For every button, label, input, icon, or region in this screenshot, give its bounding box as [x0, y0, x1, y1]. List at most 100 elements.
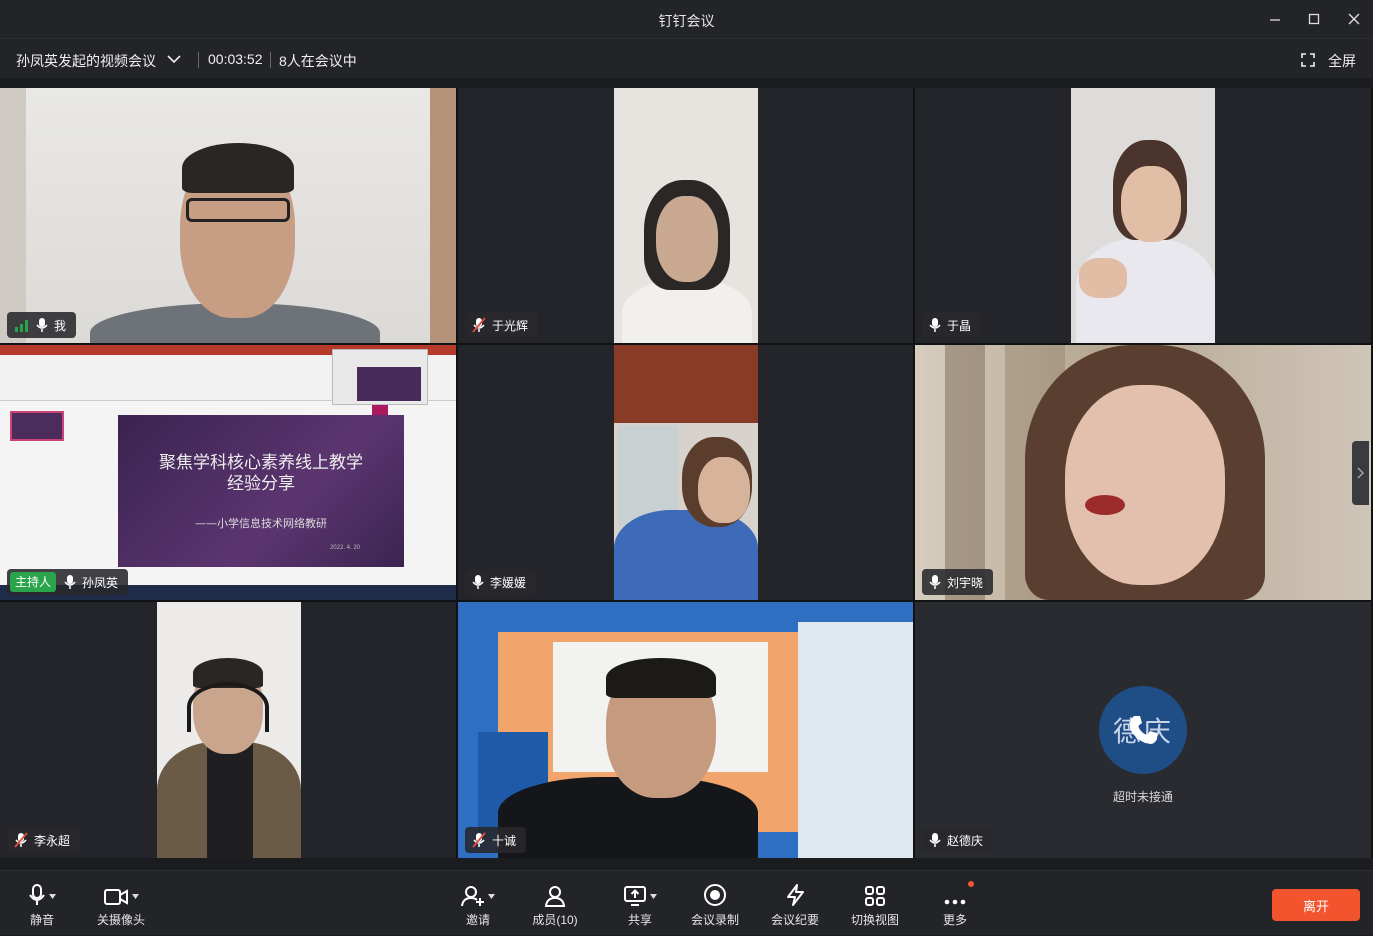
meeting-timer: 00:03:52 — [208, 51, 263, 67]
notification-dot — [968, 881, 974, 887]
participant-name: 孙凤英 — [82, 575, 119, 590]
maximize-icon[interactable] — [1303, 9, 1325, 29]
participant-tile[interactable]: 十诚 — [458, 602, 913, 858]
microphone-icon — [64, 575, 76, 589]
participant-name: 李永超 — [34, 833, 71, 848]
phone-icon — [1129, 716, 1157, 744]
microphone-muted-icon — [14, 832, 28, 848]
share-button[interactable]: 共享 — [618, 871, 662, 936]
invite-button[interactable]: 邀请 — [458, 871, 498, 936]
divider — [198, 52, 199, 68]
grid-view-icon — [865, 886, 885, 906]
video-feed — [614, 345, 758, 600]
record-button[interactable]: 会议录制 — [688, 871, 742, 936]
name-tag: 李永超 — [7, 827, 81, 853]
name-tag: 于晶 — [922, 312, 982, 338]
camera-off-label: 关摄像头 — [96, 913, 145, 927]
avatar: 德庆 — [1099, 686, 1187, 774]
participant-tile[interactable]: 聚焦学科核心素养线上教学 经验分享 ——小学信息技术网络教研 2022. 4. … — [0, 345, 456, 600]
lightning-icon — [787, 884, 804, 906]
video-feed — [1071, 88, 1215, 343]
video-feed — [157, 602, 301, 858]
participant-name: 于光辉 — [492, 318, 529, 333]
microphone-icon — [29, 884, 45, 905]
switch-view-label: 切换视图 — [850, 913, 899, 927]
microphone-icon — [929, 318, 941, 332]
fullscreen-button[interactable]: 全屏 — [1328, 51, 1356, 71]
chevron-right-icon — [1357, 467, 1364, 479]
signal-strength-icon — [15, 320, 28, 332]
fullscreen-icon[interactable] — [1300, 52, 1316, 68]
meeting-toolbar: 静音 关摄像头 邀请 成员(10) 共享 会议录制 会议纪要 切换视图 更多 离… — [0, 870, 1373, 935]
slide-subtitle: ——小学信息技术网络教研 — [195, 517, 327, 530]
participant-tile[interactable]: 于晶 — [915, 88, 1371, 343]
name-tag: 主持人 孙凤英 — [7, 569, 129, 595]
screen-share-feed: 聚焦学科核心素养线上教学 经验分享 ——小学信息技术网络教研 2022. 4. … — [0, 345, 456, 600]
participant-name: 于晶 — [947, 318, 972, 333]
chevron-down-icon[interactable] — [166, 53, 182, 65]
more-label: 更多 — [942, 913, 967, 927]
meeting-info-bar: 孙凤英发起的视频会议 00:03:52 8人在会议中 全屏 — [0, 38, 1373, 78]
participant-name: 我 — [54, 318, 67, 333]
members-icon — [544, 886, 566, 907]
window-title: 钉钉会议 — [658, 13, 715, 29]
record-icon — [704, 884, 726, 906]
minimize-icon[interactable] — [1264, 9, 1286, 29]
name-tag: 十诚 — [465, 827, 527, 853]
microphone-icon — [472, 575, 484, 589]
video-grid: 我 于光辉 于晶 聚焦学科核心素养线上教学 经验分享 ——小学信息技术网络教研 … — [0, 88, 1373, 858]
participant-tile[interactable]: 刘宇晓 — [915, 345, 1371, 600]
video-feed — [614, 88, 758, 343]
camera-icon — [104, 889, 128, 905]
more-icon — [944, 899, 966, 905]
caret-down-icon[interactable] — [650, 894, 657, 899]
microphone-icon — [929, 575, 941, 589]
close-icon[interactable] — [1343, 9, 1365, 29]
side-panel-toggle[interactable] — [1352, 441, 1369, 505]
participant-count: 8人在会议中 — [279, 53, 357, 69]
participant-tile[interactable]: 于光辉 — [458, 88, 913, 343]
more-button[interactable]: 更多 — [938, 871, 974, 936]
microphone-icon — [36, 318, 48, 332]
share-label: 共享 — [627, 913, 652, 927]
caret-down-icon[interactable] — [49, 894, 56, 899]
name-tag: 李媛媛 — [465, 569, 537, 595]
microphone-icon — [929, 833, 941, 847]
name-tag: 赵德庆 — [922, 827, 994, 853]
slide-date: 2022. 4. 20 — [329, 545, 360, 551]
call-status: 超时未接通 — [1112, 790, 1173, 804]
participant-name: 刘宇晓 — [947, 575, 984, 590]
members-button[interactable]: 成员(10) — [528, 871, 582, 936]
name-tag: 于光辉 — [465, 312, 539, 338]
name-tag: 我 — [7, 312, 77, 338]
participant-tile[interactable]: 德庆 超时未接通 赵德庆 — [915, 602, 1371, 858]
participant-tile[interactable]: 李媛媛 — [458, 345, 913, 600]
caret-down-icon[interactable] — [488, 894, 495, 899]
participant-tile[interactable]: 我 — [0, 88, 456, 343]
participant-name: 赵德庆 — [947, 833, 984, 848]
minutes-button[interactable]: 会议纪要 — [768, 871, 822, 936]
slide-title-line2: 经验分享 — [227, 474, 295, 494]
virtual-background-feed — [458, 602, 913, 858]
participant-name: 李媛媛 — [490, 575, 527, 590]
microphone-muted-icon — [472, 832, 486, 848]
screen-share-icon — [624, 886, 646, 906]
participant-name: 十诚 — [492, 833, 517, 848]
video-feed — [0, 88, 456, 343]
divider — [270, 52, 271, 68]
slide-title-line1: 聚焦学科核心素养线上教学 — [159, 453, 363, 473]
minutes-label: 会议纪要 — [770, 913, 819, 927]
invite-label: 邀请 — [465, 913, 490, 927]
leave-button[interactable]: 离开 — [1272, 889, 1360, 921]
microphone-muted-icon — [472, 317, 486, 333]
camera-off-button[interactable]: 关摄像头 — [92, 871, 150, 936]
video-feed — [915, 345, 1371, 600]
record-label: 会议录制 — [690, 913, 739, 927]
meeting-title[interactable]: 孙凤英发起的视频会议 — [16, 51, 156, 71]
members-label: 成员(10) — [532, 913, 578, 927]
participant-tile[interactable]: 李永超 — [0, 602, 456, 858]
host-badge: 主持人 — [10, 572, 57, 592]
caret-down-icon[interactable] — [132, 894, 139, 899]
mute-button[interactable]: 静音 — [22, 871, 62, 936]
switch-view-button[interactable]: 切换视图 — [848, 871, 902, 936]
